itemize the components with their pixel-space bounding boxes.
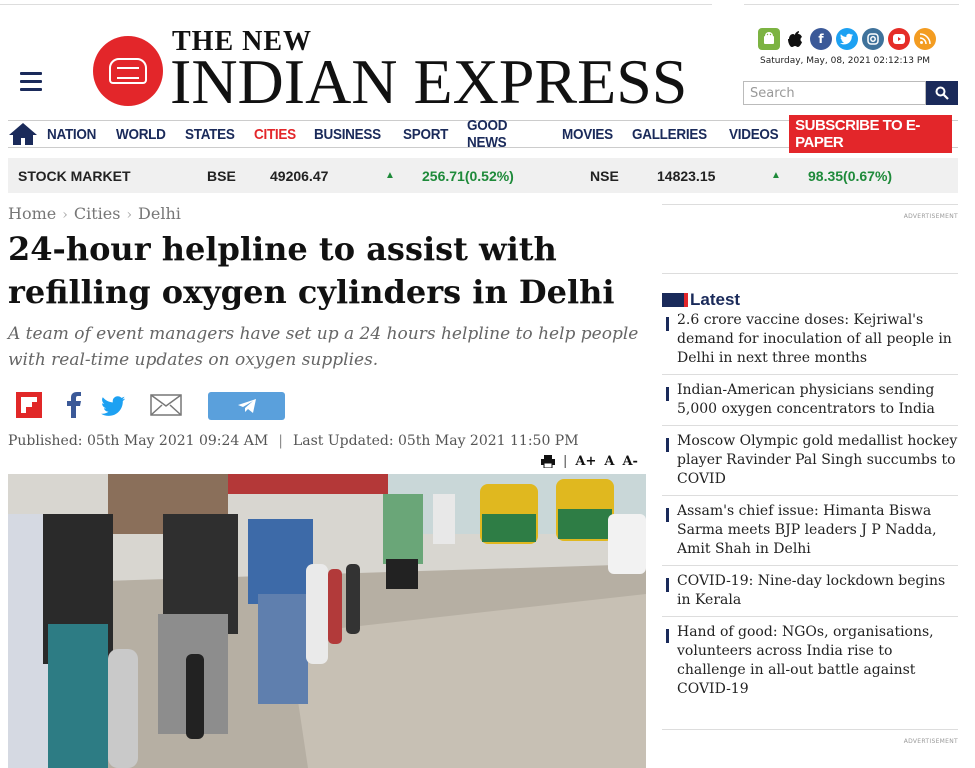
- nav-cities[interactable]: CITIES: [245, 126, 305, 143]
- advertisement-bottom: ADVERTISEMENT: [662, 729, 958, 745]
- flag-icon: [662, 293, 688, 307]
- subscribe-button[interactable]: SUBSCRIBE TO E-PAPER: [789, 115, 952, 153]
- email-share-icon[interactable]: [150, 394, 182, 420]
- article-photo[interactable]: [8, 474, 646, 768]
- top-divider: [0, 4, 712, 5]
- latest-item[interactable]: Indian-American physicians sending 5,000…: [662, 381, 958, 426]
- latest-item[interactable]: Assam's chief issue: Himanta Biswa Sarma…: [662, 502, 958, 566]
- nav-world[interactable]: WORLD: [107, 126, 175, 143]
- home-icon[interactable]: [8, 121, 38, 147]
- nav-sport[interactable]: SPORT: [394, 126, 457, 143]
- masthead-main[interactable]: INDIAN EXPRESS: [170, 50, 687, 114]
- nav-movies[interactable]: MOVIES: [553, 126, 622, 143]
- article-headline: 24-hour helpline to assist with refillin…: [8, 230, 615, 311]
- bse-up-arrow-icon: ▲: [385, 170, 395, 181]
- twitter-share-icon[interactable]: [101, 395, 127, 421]
- youtube-icon[interactable]: [888, 28, 910, 50]
- font-normal-button[interactable]: A: [604, 454, 614, 469]
- latest-heading: Latest: [662, 290, 740, 310]
- search-input[interactable]: [743, 81, 926, 105]
- bse-value: 49206.47: [270, 168, 329, 184]
- article-standfirst: A team of event managers have set up a 2…: [8, 324, 639, 370]
- latest-item[interactable]: Moscow Olympic gold medallist hockey pla…: [662, 432, 958, 496]
- latest-list: 2.6 crore vaccine doses: Kejriwal's dema…: [662, 311, 958, 711]
- main-nav: NATION WORLD STATES CITIES BUSINESS SPOR…: [8, 115, 958, 153]
- print-icon[interactable]: [541, 455, 555, 468]
- latest-title: Latest: [690, 290, 741, 309]
- telegram-share-button[interactable]: [208, 392, 285, 420]
- nse-value: 14823.15: [657, 168, 716, 184]
- breadcrumb-cities[interactable]: Cities: [74, 204, 121, 223]
- chevron-right-icon: ›: [126, 207, 133, 223]
- advertisement-top: ADVERTISEMENT: [662, 204, 958, 274]
- breadcrumb-delhi[interactable]: Delhi: [138, 204, 181, 223]
- search-icon: [935, 86, 949, 100]
- article-tools: | A+ A A-: [541, 454, 638, 469]
- apple-icon[interactable]: [784, 28, 806, 50]
- nav-good-news[interactable]: GOOD NEWS: [458, 117, 549, 151]
- bse-change: 256.71(0.52%): [422, 168, 514, 184]
- date-time: Saturday, May, 08, 2021 02:12:13 PM: [760, 56, 931, 66]
- latest-item[interactable]: COVID-19: Nine-day lockdown begins in Ke…: [662, 572, 958, 617]
- android-icon[interactable]: [758, 28, 780, 50]
- nse-label: NSE: [590, 168, 619, 184]
- updated-date: Last Updated: 05th May 2021 11:50 PM: [292, 433, 579, 449]
- facebook-icon[interactable]: f: [810, 28, 832, 50]
- latest-item[interactable]: Hand of good: NGOs, organisations, volun…: [662, 623, 958, 705]
- facebook-share-icon[interactable]: [66, 392, 82, 422]
- stock-ticker: STOCK MARKET BSE 49206.47 ▲ 256.71(0.52%…: [8, 158, 958, 193]
- logo-emblem[interactable]: [93, 36, 163, 106]
- chevron-right-icon: ›: [62, 207, 68, 223]
- twitter-icon[interactable]: [836, 28, 858, 50]
- flipboard-icon[interactable]: [16, 392, 42, 422]
- breadcrumb: Home › Cities › Delhi: [8, 204, 181, 223]
- breadcrumb-home[interactable]: Home: [8, 204, 56, 223]
- nav-videos[interactable]: VIDEOS: [720, 126, 787, 143]
- nse-up-arrow-icon: ▲: [771, 170, 781, 181]
- latest-item[interactable]: 2.6 crore vaccine doses: Kejriwal's dema…: [662, 311, 958, 375]
- menu-icon[interactable]: [20, 72, 42, 91]
- telegram-icon: [237, 399, 256, 413]
- search-button[interactable]: [926, 81, 958, 105]
- font-decrease-button[interactable]: A-: [622, 454, 637, 469]
- nse-change: 98.35(0.67%): [808, 168, 893, 184]
- app-links: f: [758, 28, 936, 50]
- top-divider-right: [744, 4, 959, 5]
- published-date: Published: 05th May 2021 09:24 AM: [8, 433, 269, 449]
- stock-label: STOCK MARKET: [18, 168, 131, 184]
- nav-galleries[interactable]: GALLERIES: [623, 126, 716, 143]
- tools-separator: |: [563, 454, 568, 469]
- instagram-icon[interactable]: [862, 28, 884, 50]
- nav-business[interactable]: BUSINESS: [305, 126, 390, 143]
- font-increase-button[interactable]: A+: [575, 454, 596, 469]
- publish-info: Published: 05th May 2021 09:24 AM | Last U…: [8, 433, 579, 449]
- bse-label: BSE: [207, 168, 236, 184]
- nav-states[interactable]: STATES: [176, 126, 244, 143]
- rss-icon[interactable]: [914, 28, 936, 50]
- separator: |: [278, 433, 283, 449]
- nav-nation[interactable]: NATION: [38, 126, 105, 143]
